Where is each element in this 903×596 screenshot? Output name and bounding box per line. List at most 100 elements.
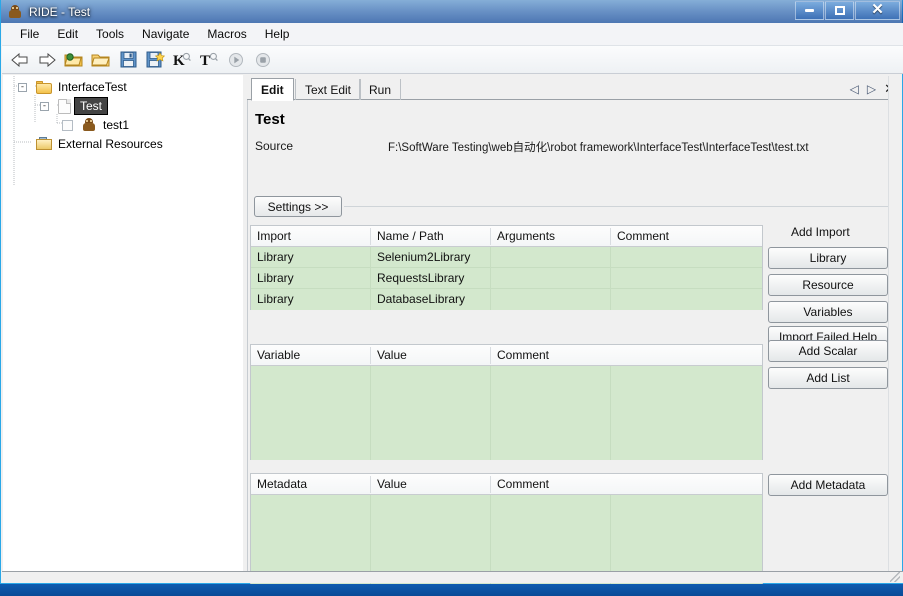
close-icon: ✕ <box>871 2 884 18</box>
cell-import[interactable]: Library <box>257 250 294 264</box>
tree-expander-icon[interactable]: - <box>18 82 27 92</box>
tree-node-label: test1 <box>103 118 130 132</box>
menu-item-file[interactable]: File <box>11 25 48 43</box>
tree-node-interfacetest[interactable]: - InterfaceTest <box>18 78 129 96</box>
import-table[interactable]: Import Name / Path Arguments Comment Lib… <box>250 225 763 310</box>
maximize-icon <box>834 6 845 15</box>
window-scrollbar[interactable] <box>888 76 901 571</box>
robot-icon <box>7 4 23 20</box>
save-icon[interactable] <box>117 49 139 71</box>
column-divider[interactable] <box>370 476 371 493</box>
column-header-arguments[interactable]: Arguments <box>497 229 555 243</box>
add-list-button[interactable]: Add List <box>768 367 888 389</box>
add-scalar-button[interactable]: Add Scalar <box>768 340 888 362</box>
column-header-value[interactable]: Value <box>377 477 407 491</box>
cell-import[interactable]: Library <box>257 292 294 306</box>
variable-table-body[interactable] <box>251 366 762 460</box>
menu-item-tools[interactable]: Tools <box>87 25 133 43</box>
document-icon <box>58 98 71 114</box>
robot-icon <box>81 117 97 133</box>
tab-next-icon[interactable]: ▷ <box>867 82 876 96</box>
close-button[interactable]: ✕ <box>855 1 900 20</box>
column-header-name-path[interactable]: Name / Path <box>377 229 444 243</box>
toolbar: K T <box>2 46 903 74</box>
editor-tab-strip: Edit Text Edit Run ◁ ▷ ✕ <box>247 78 899 101</box>
save-all-icon[interactable] <box>144 49 166 71</box>
tree-expander-icon[interactable]: - <box>40 101 49 111</box>
stop-icon[interactable] <box>252 49 274 71</box>
column-header-comment[interactable]: Comment <box>497 348 549 362</box>
search-tests-icon[interactable]: T <box>198 49 220 71</box>
external-resources-icon <box>36 137 52 151</box>
column-divider[interactable] <box>490 476 491 493</box>
maximize-button[interactable] <box>825 1 854 20</box>
add-metadata-button[interactable]: Add Metadata <box>768 474 888 496</box>
column-divider[interactable] <box>370 228 371 245</box>
run-icon[interactable] <box>225 49 247 71</box>
tree-checkbox[interactable] <box>62 119 73 131</box>
project-tree-panel[interactable]: - InterfaceTest - Test test1 External Re… <box>3 75 243 571</box>
column-header-comment[interactable]: Comment <box>497 477 549 491</box>
column-header-variable[interactable]: Variable <box>257 348 300 362</box>
add-library-button[interactable]: Library <box>768 247 888 269</box>
tree-node-test[interactable]: - Test <box>40 97 109 115</box>
table-row[interactable]: Library Selenium2Library <box>251 247 762 268</box>
tree-node-test1[interactable]: test1 <box>62 116 131 134</box>
import-table-body: Library Selenium2Library Library Request… <box>251 247 762 310</box>
tab-label: Text Edit <box>305 82 352 97</box>
cell-name-path[interactable]: Selenium2Library <box>377 250 470 264</box>
settings-editor-panel: Test Source F:\SoftWare Testing\web自动化\r… <box>247 100 900 589</box>
tree-node-label: Test <box>73 97 109 115</box>
window-title: RIDE - Test <box>29 4 91 19</box>
menu-item-edit[interactable]: Edit <box>48 25 87 43</box>
menu-item-macros[interactable]: Macros <box>198 25 255 43</box>
column-header-value[interactable]: Value <box>377 348 407 362</box>
settings-divider <box>344 206 900 207</box>
cell-import[interactable]: Library <box>257 271 294 285</box>
metadata-table-header: Metadata Value Comment <box>251 474 762 495</box>
editor-area: Edit Text Edit Run ◁ ▷ ✕ Test Source F:\… <box>247 78 900 589</box>
page-title: Test <box>255 111 285 128</box>
variable-table-header: Variable Value Comment <box>251 345 762 366</box>
source-label: Source <box>255 139 294 153</box>
column-divider[interactable] <box>490 347 491 364</box>
menu-bar: File Edit Tools Navigate Macros Help <box>2 23 903 46</box>
tab-edit[interactable]: Edit <box>251 78 294 101</box>
tree-node-label: External Resources <box>58 137 163 151</box>
back-arrow-icon[interactable] <box>9 49 31 71</box>
cell-name-path[interactable]: DatabaseLibrary <box>377 292 465 306</box>
open-directory-icon[interactable] <box>63 49 85 71</box>
column-header-import[interactable]: Import <box>257 229 291 243</box>
tab-run[interactable]: Run <box>359 79 402 100</box>
column-divider[interactable] <box>490 228 491 245</box>
menu-item-help[interactable]: Help <box>256 25 299 43</box>
add-resource-button[interactable]: Resource <box>768 274 888 296</box>
table-row[interactable]: Library DatabaseLibrary <box>251 289 762 310</box>
open-file-icon[interactable] <box>90 49 112 71</box>
ride-main-window: RIDE - Test ✕ File Edit Tools Navigate M… <box>0 0 903 589</box>
tab-prev-icon[interactable]: ◁ <box>850 82 859 96</box>
minimize-button[interactable] <box>795 1 824 20</box>
menu-item-navigate[interactable]: Navigate <box>133 25 198 43</box>
add-variables-button[interactable]: Variables <box>768 301 888 323</box>
tab-label: Edit <box>261 82 284 97</box>
settings-toggle-button[interactable]: Settings >> <box>254 196 342 217</box>
source-path-value: F:\SoftWare Testing\web自动化\robot framewo… <box>388 142 809 154</box>
tab-text-edit[interactable]: Text Edit <box>295 79 362 100</box>
tree-node-external-resources[interactable]: External Resources <box>36 135 165 153</box>
desktop-bottom-strip <box>0 584 903 596</box>
forward-arrow-icon[interactable] <box>36 49 58 71</box>
window-controls: ✕ <box>794 1 900 20</box>
title-bar[interactable]: RIDE - Test ✕ <box>1 0 903 23</box>
resize-grip-icon[interactable] <box>890 572 900 582</box>
table-row[interactable]: Library RequestsLibrary <box>251 268 762 289</box>
variable-table[interactable]: Variable Value Comment <box>250 344 763 460</box>
column-divider[interactable] <box>610 228 611 245</box>
column-divider[interactable] <box>370 347 371 364</box>
search-keyword-icon[interactable]: K <box>171 49 193 71</box>
cell-name-path[interactable]: RequestsLibrary <box>377 271 464 285</box>
import-table-header: Import Name / Path Arguments Comment <box>251 226 762 247</box>
column-header-comment[interactable]: Comment <box>617 229 669 243</box>
column-header-metadata[interactable]: Metadata <box>257 477 307 491</box>
tab-label: Run <box>369 82 392 97</box>
